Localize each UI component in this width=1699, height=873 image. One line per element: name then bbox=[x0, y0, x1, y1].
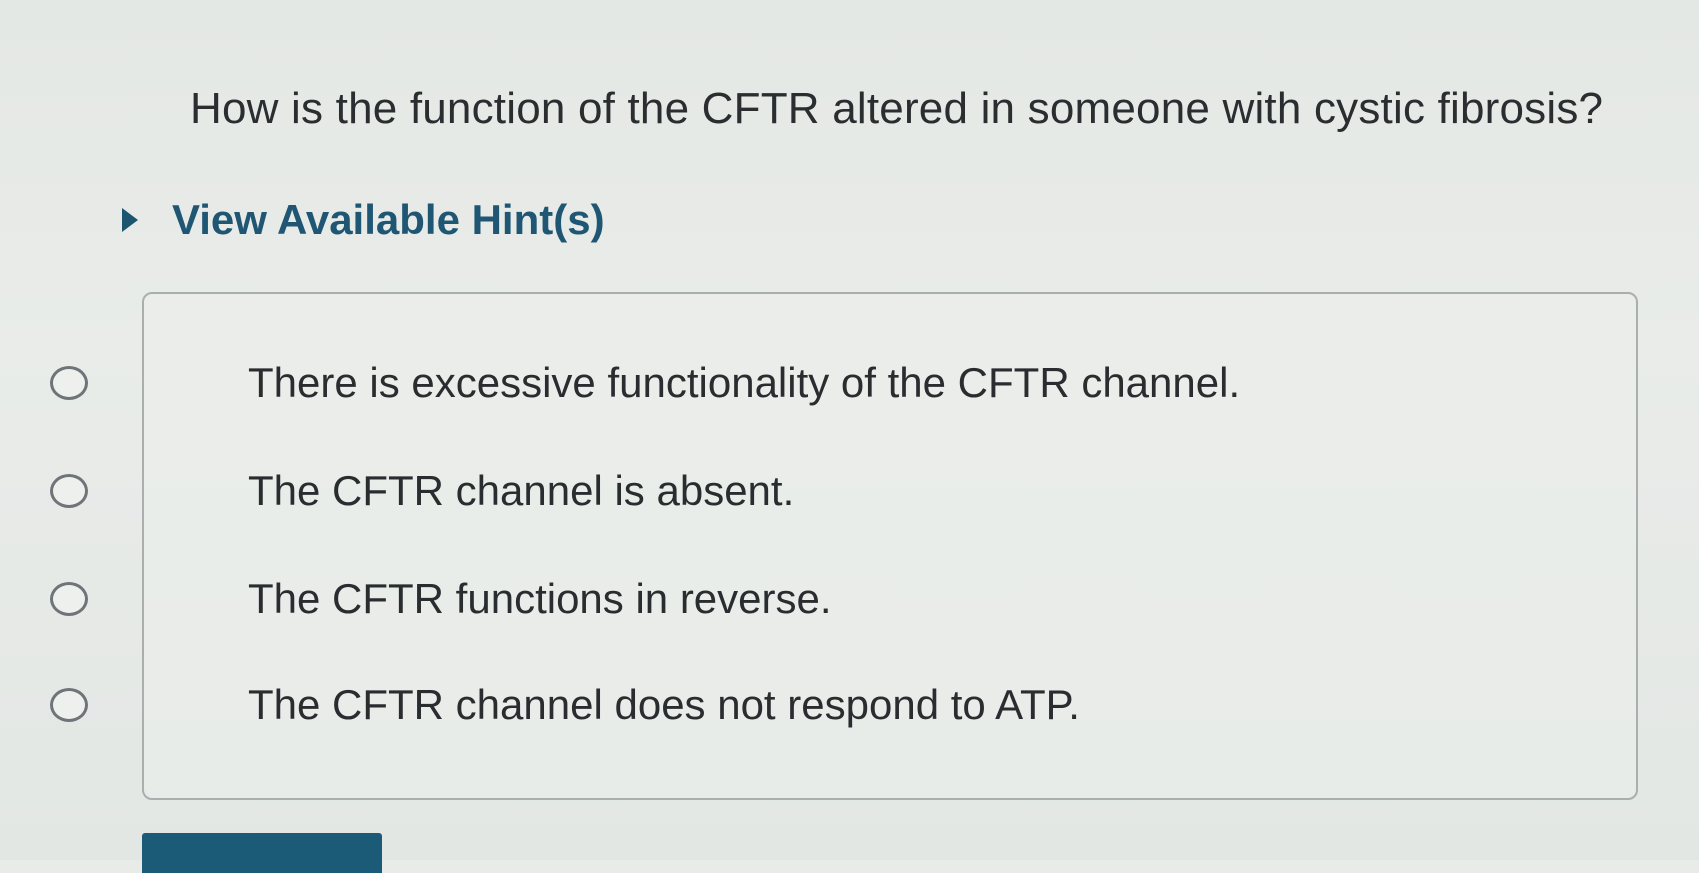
answer-option-1[interactable]: There is excessive functionality of the … bbox=[0, 348, 1699, 418]
question-text: How is the function of the CFTR altered … bbox=[190, 84, 1604, 133]
caret-right-icon bbox=[122, 208, 138, 232]
view-hints-label: View Available Hint(s) bbox=[172, 196, 605, 243]
answer-option-label: The CFTR channel is absent. bbox=[248, 467, 795, 514]
answer-option-2[interactable]: The CFTR channel is absent. bbox=[0, 456, 1699, 526]
answer-option-4[interactable]: The CFTR channel does not respond to ATP… bbox=[0, 670, 1699, 740]
answer-option-label: There is excessive functionality of the … bbox=[248, 359, 1241, 406]
radio-button-icon[interactable] bbox=[50, 582, 88, 616]
answer-option-label: The CFTR channel does not respond to ATP… bbox=[248, 681, 1080, 728]
submit-button[interactable] bbox=[142, 833, 382, 873]
answer-option-3[interactable]: The CFTR functions in reverse. bbox=[0, 564, 1699, 634]
view-hints-toggle[interactable]: View Available Hint(s) bbox=[122, 196, 605, 244]
radio-button-icon[interactable] bbox=[50, 688, 88, 722]
radio-button-icon[interactable] bbox=[50, 366, 88, 400]
page: How is the function of the CFTR altered … bbox=[0, 0, 1699, 873]
radio-button-icon[interactable] bbox=[50, 474, 88, 508]
answer-option-label: The CFTR functions in reverse. bbox=[248, 575, 832, 622]
